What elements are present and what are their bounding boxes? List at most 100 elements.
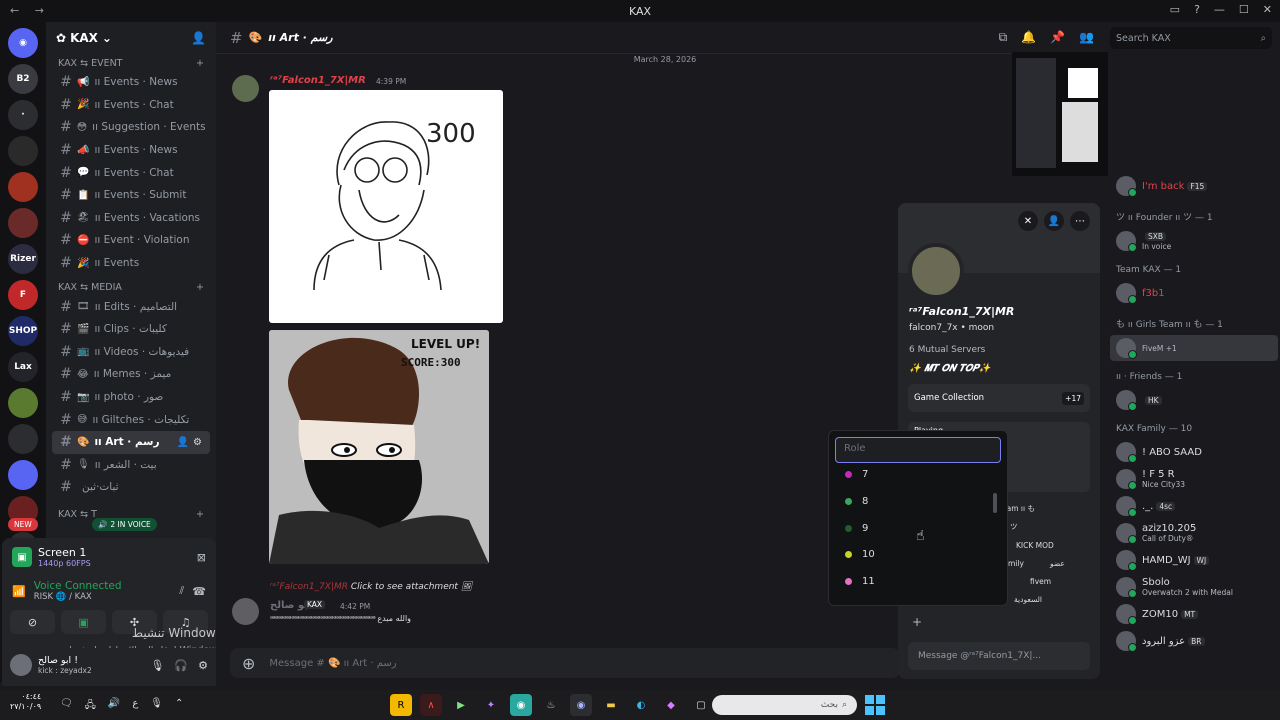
bell-icon[interactable]: 🔔: [1021, 30, 1036, 45]
game-collection[interactable]: Game Collection +17: [908, 384, 1090, 412]
app-icon-edge[interactable]: ◐: [630, 694, 652, 716]
channel-item[interactable]: # 😳 ıı Suggestion · Events: [52, 116, 210, 139]
app-icon-steam[interactable]: ♨: [540, 694, 562, 716]
member-item[interactable]: ._. 4sc: [1110, 493, 1278, 519]
art-attachment-colored[interactable]: LEVEL UP! SCORE:300: [269, 330, 489, 564]
member-item[interactable]: HAMD_WJ WJ: [1110, 547, 1278, 573]
channel-item[interactable]: # 🎉 ıı Events: [52, 252, 210, 275]
member-item[interactable]: FiveM +1: [1110, 335, 1278, 361]
more-options-icon[interactable]: ⋯: [1070, 211, 1090, 231]
threads-icon[interactable]: ⧉: [999, 30, 1008, 45]
server-icon[interactable]: SHOP: [8, 316, 38, 346]
art-attachment-sketch[interactable]: 300: [269, 90, 503, 323]
avatar[interactable]: [232, 75, 259, 102]
member-item[interactable]: Sbolo Overwatch 2 with Medal: [1110, 574, 1278, 600]
add-attachment-icon[interactable]: ⊕: [242, 654, 255, 673]
server-icon[interactable]: [8, 136, 38, 166]
channel-item[interactable]: # ثبات·ثبن: [52, 476, 210, 499]
gear-icon[interactable]: ⚙: [193, 437, 202, 448]
server-icon[interactable]: ·: [8, 100, 38, 130]
avatar[interactable]: [232, 598, 259, 625]
role-option[interactable]: 9: [845, 523, 868, 534]
channel-item[interactable]: # 🎉 ıı Events · Chat: [52, 94, 210, 117]
add-channel-icon[interactable]: +: [196, 509, 204, 520]
channel-item[interactable]: # 📋 ıı Events · Submit: [52, 184, 210, 207]
category-event[interactable]: KAX ⇆ EVENT +: [46, 54, 216, 71]
role-search-input[interactable]: Role: [835, 437, 1001, 463]
taskbar-search[interactable]: بحث ⌕: [712, 695, 857, 715]
search-input[interactable]: Search KAX ⌕: [1110, 27, 1272, 49]
app-icon-copilot[interactable]: ◆: [660, 694, 682, 716]
member-item[interactable]: aziz10.205 Call of Duty®: [1110, 520, 1278, 546]
member-item[interactable]: HK: [1110, 387, 1278, 413]
stop-stream-icon[interactable]: ⊠: [197, 551, 206, 564]
camera-off-button[interactable]: ⊘: [10, 610, 55, 634]
member-item[interactable]: I'm back F15: [1110, 173, 1278, 199]
signal-icon[interactable]: 📶: [12, 585, 26, 598]
role-option[interactable]: 10: [845, 549, 875, 560]
add-member-icon[interactable]: 👤: [177, 437, 189, 448]
role-option[interactable]: 8: [845, 496, 868, 507]
microphone-icon[interactable]: 🎙: [150, 659, 164, 672]
discord-home-icon[interactable]: ◉: [8, 28, 38, 58]
server-icon[interactable]: B2: [8, 64, 38, 94]
add-member-icon[interactable]: 👤: [191, 31, 206, 45]
server-icon[interactable]: [8, 172, 38, 202]
server-icon[interactable]: F: [8, 280, 38, 310]
avatar[interactable]: [10, 654, 32, 676]
gear-icon[interactable]: ⚙: [198, 659, 208, 672]
channel-item[interactable]: # 📣 ıı Events · News: [52, 139, 210, 162]
message-author[interactable]: ʳᵃ⁷Falcon1_7X|MR: [270, 75, 366, 86]
role-option[interactable]: 11: [845, 576, 875, 587]
guild-header[interactable]: ✿ KAX ⌄ 👤: [46, 22, 216, 54]
add-channel-icon[interactable]: +: [196, 282, 204, 293]
channel-item[interactable]: # 😅 ıı Giltches · تكليجات: [52, 408, 210, 431]
maximize-button[interactable]: ☐: [1239, 3, 1249, 16]
server-icon[interactable]: Rizer: [8, 244, 38, 274]
profile-message-input[interactable]: Message @ʳᵃ⁷Falcon1_7X|...: [908, 642, 1090, 670]
disconnect-icon[interactable]: ☎: [192, 585, 206, 598]
close-button[interactable]: ✕: [1263, 3, 1272, 16]
app-icon-window[interactable]: ▢: [690, 694, 712, 716]
channel-item[interactable]: # 😂 ıı Memes · ميمز: [52, 363, 210, 386]
app-icon-play[interactable]: ▶: [450, 694, 472, 716]
channel-item[interactable]: # 📢 ıı Events · News: [52, 71, 210, 94]
server-icon[interactable]: [8, 208, 38, 238]
member-item[interactable]: عزو البرود BR: [1110, 628, 1278, 654]
member-item[interactable]: SXB In voice: [1110, 228, 1278, 254]
add-role-button[interactable]: +: [912, 615, 922, 629]
channel-item[interactable]: # 🎙 ıı بيت · الشعر: [52, 454, 210, 477]
chevron-up-icon[interactable]: ⌃: [175, 698, 183, 715]
server-tag[interactable]: KAX: [304, 600, 326, 609]
channel-item[interactable]: # 🏖 ıı Events · Vacations: [52, 207, 210, 230]
app-icon-folder[interactable]: ▬: [600, 694, 622, 716]
channel-item[interactable]: # 🎬 ıı Clips · كليبات: [52, 318, 210, 341]
app-icon-controller[interactable]: ◉: [510, 694, 532, 716]
server-icon[interactable]: [8, 388, 38, 418]
in-voice-badge[interactable]: 🔊 2 IN VOICE: [92, 518, 157, 531]
channel-item[interactable]: # 🎞 ıı Edits · التصاميم: [52, 295, 210, 318]
members-icon[interactable]: 👥: [1079, 30, 1094, 45]
voice-location[interactable]: RISK 🌐 / KAX: [34, 592, 122, 602]
friend-icon[interactable]: ✕: [1018, 211, 1038, 231]
member-item[interactable]: f3b1: [1110, 280, 1278, 306]
channel-item[interactable]: # 🎨 ıı Art · رسم 👤 ⚙: [52, 430, 210, 454]
app-icon-game[interactable]: ✦: [480, 694, 502, 716]
screen-share-row[interactable]: ▣ Screen 1 1440p 60FPS ⊠: [2, 538, 216, 572]
help-icon[interactable]: ?: [1194, 3, 1200, 16]
clock[interactable]: ٠٤:٤٤ ٢٧/١٠/٠٩: [10, 692, 41, 712]
reply-reference[interactable]: ʳᵃ⁷Falcon1_7X|MR Click to see attachment…: [270, 582, 472, 592]
network-icon[interactable]: 🖧: [85, 698, 96, 715]
add-channel-icon[interactable]: +: [196, 58, 204, 69]
server-icon[interactable]: [8, 424, 38, 454]
member-item[interactable]: ! ABO SAAD: [1110, 439, 1278, 465]
noise-suppression-icon[interactable]: ⫽: [179, 584, 184, 598]
role-option[interactable]: 7: [845, 469, 868, 480]
mutual-servers[interactable]: 6 Mutual Servers: [909, 345, 985, 355]
nav-arrows[interactable]: ← →: [10, 4, 50, 17]
notification-icon[interactable]: 🗨: [60, 698, 73, 715]
app-icon-discord[interactable]: ◉: [570, 694, 592, 716]
volume-icon[interactable]: 🔊: [108, 698, 120, 715]
mic-tray-icon[interactable]: 🎙: [150, 698, 163, 715]
windows-start-icon[interactable]: [865, 695, 885, 715]
